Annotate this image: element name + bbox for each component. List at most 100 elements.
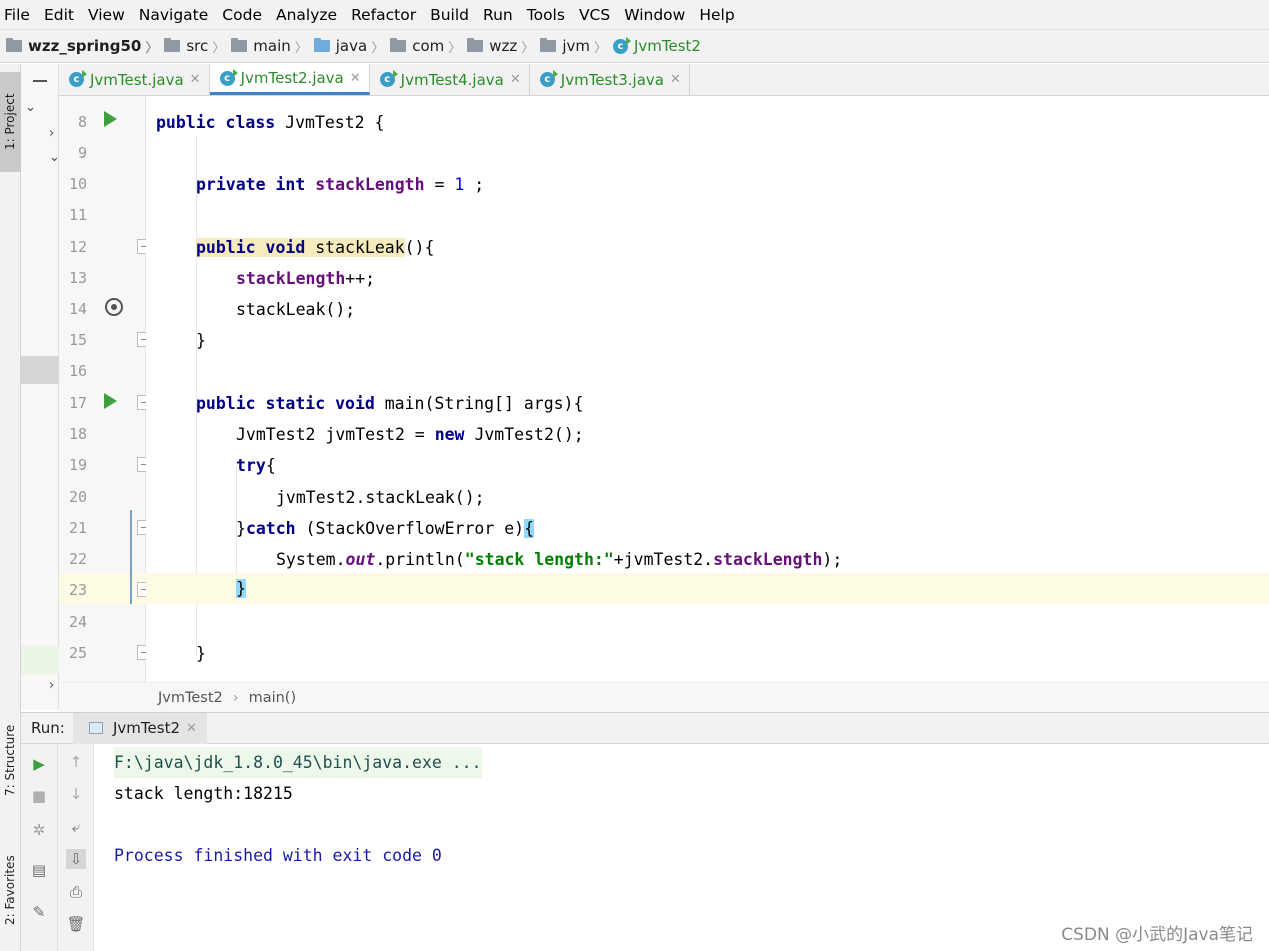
trash-icon[interactable]: 🗑 <box>66 914 86 934</box>
code-editor[interactable]: public class JvmTest2 { private int stac… <box>146 96 1269 682</box>
close-icon[interactable]: ✕ <box>510 72 521 87</box>
selected-tree-row[interactable] <box>21 356 59 384</box>
code-line-25: } <box>196 644 206 663</box>
pin-icon[interactable]: ✎ <box>29 902 49 922</box>
left-tool-strip: 1: Project 7: Structure 2: Favorites <box>0 64 21 951</box>
menu-vcs[interactable]: VCS <box>579 6 618 24</box>
breadcrumb-wzz[interactable]: wzz 〉 <box>467 37 540 56</box>
arrow-down-icon[interactable]: ↓ <box>66 784 86 804</box>
chevron-right-icon: › <box>232 689 239 706</box>
watermark: CSDN @小武的Java笔记 <box>1061 925 1253 945</box>
code-line-22: System.out.println("stack length:"+jvmTe… <box>276 550 843 569</box>
arrow-up-icon[interactable]: ↑ <box>66 752 86 772</box>
menu-navigate[interactable]: Navigate <box>139 6 217 24</box>
scroll-to-end-icon[interactable]: ⇩ <box>66 849 86 869</box>
close-icon[interactable]: ✕ <box>190 72 201 87</box>
breadcrumb-com[interactable]: com 〉 <box>390 37 467 56</box>
code-line-21: }catch (StackOverflowError e){ <box>236 519 535 538</box>
chevron-right-icon: 〉 <box>593 40 607 56</box>
menu-build[interactable]: Build <box>430 6 477 24</box>
package-icon <box>467 38 484 52</box>
console-exit-line: Process finished with exit code 0 <box>114 846 442 865</box>
recursive-call-icon <box>105 298 123 316</box>
java-class-icon: c <box>612 36 631 54</box>
vcs-change-marker <box>130 510 132 604</box>
rerun-icon[interactable]: ▶ <box>29 754 49 774</box>
line-number: 15 <box>68 331 87 349</box>
breadcrumb-jvm[interactable]: jvm 〉 <box>540 37 613 56</box>
package-icon <box>390 38 407 52</box>
line-number: 8 <box>77 113 87 131</box>
breadcrumb-java[interactable]: java 〉 <box>313 37 390 56</box>
code-line-23: } <box>146 573 1269 604</box>
chevron-right-icon[interactable]: › <box>49 126 54 141</box>
breadcrumb-main[interactable]: main 〉 <box>231 37 314 56</box>
code-breadcrumb-method[interactable]: main() <box>249 690 297 706</box>
run-panel-header: Run: JvmTest2 ✕ <box>21 712 1269 744</box>
tree-row[interactable] <box>21 646 59 674</box>
run-label: Run: <box>31 719 65 737</box>
run-tab-jvmtest2[interactable]: JvmTest2 ✕ <box>73 712 207 744</box>
code-breadcrumb-class[interactable]: JvmTest2 <box>158 690 223 706</box>
menu-help[interactable]: Help <box>699 6 742 24</box>
menu-bar: File Edit View Navigate Code Analyze Ref… <box>0 0 1269 29</box>
print-icon[interactable]: ⎙ <box>66 882 86 902</box>
code-line-17: public static void main(String[] args){ <box>196 394 584 413</box>
code-line-15: } <box>196 331 206 350</box>
source-folder-icon <box>313 38 330 52</box>
breadcrumb-src[interactable]: src 〉 <box>164 37 231 56</box>
chevron-right-icon[interactable]: › <box>49 678 54 693</box>
console-toolbar: ↑ ↓ ⤶ ⇩ ⎙ 🗑 <box>58 744 94 951</box>
line-number: 12 <box>68 238 87 256</box>
menu-file[interactable]: File <box>4 6 38 24</box>
soft-wrap-icon[interactable]: ⤶ <box>66 817 86 837</box>
project-folder-icon <box>6 38 22 52</box>
menu-code[interactable]: Code <box>222 6 270 24</box>
run-icon[interactable] <box>104 111 117 127</box>
line-number: 16 <box>68 362 87 380</box>
menu-tools[interactable]: Tools <box>527 6 573 24</box>
menu-run[interactable]: Run <box>483 6 521 24</box>
line-number: 11 <box>68 206 87 224</box>
line-number: 17 <box>68 394 87 412</box>
package-icon <box>540 38 557 52</box>
structure-tool-tab[interactable]: 7: Structure <box>0 712 21 808</box>
project-tool-tab[interactable]: 1: Project <box>0 72 21 172</box>
chevron-right-icon: 〉 <box>294 40 308 56</box>
tab-jvmtest4[interactable]: c JvmTest4.java ✕ <box>370 64 530 95</box>
tab-jvmtest3[interactable]: c JvmTest3.java ✕ <box>530 64 690 95</box>
console-icon <box>89 722 103 734</box>
editor-gutter: 8 9 10 11 12 13 14 15 16 17 18 19 20 21 … <box>59 96 152 682</box>
chevron-right-icon: 〉 <box>145 40 159 56</box>
line-number: 13 <box>68 269 87 287</box>
close-icon[interactable]: ✕ <box>670 72 681 87</box>
favorites-tool-tab[interactable]: 2: Favorites <box>0 840 21 940</box>
breadcrumb-file[interactable]: c JvmTest2 <box>612 36 701 55</box>
run-toolbar: ▶ ■ ✲ ▤ ✎ <box>21 744 58 951</box>
menu-view[interactable]: View <box>88 6 133 24</box>
layout-icon[interactable]: ▤ <box>29 860 49 880</box>
close-icon[interactable]: ✕ <box>186 721 197 736</box>
tab-jvmtest2[interactable]: c JvmTest2.java ✕ <box>209 64 370 95</box>
chevron-right-icon: 〉 <box>521 40 535 56</box>
line-number: 9 <box>77 144 87 162</box>
run-icon[interactable] <box>104 393 117 409</box>
chevron-right-icon: 〉 <box>212 40 226 56</box>
menu-refactor[interactable]: Refactor <box>351 6 424 24</box>
line-number: 25 <box>68 644 87 662</box>
debug-icon[interactable]: ✲ <box>29 820 49 840</box>
stop-icon[interactable]: ■ <box>29 786 49 806</box>
code-line-18: JvmTest2 jvmTest2 = new JvmTest2(); <box>236 425 584 444</box>
java-class-icon: c <box>379 70 398 87</box>
menu-edit[interactable]: Edit <box>44 6 82 24</box>
minimize-icon[interactable] <box>33 80 47 82</box>
code-line-13: stackLength++; <box>236 269 376 288</box>
tab-jvmtest[interactable]: c JvmTest.java ✕ <box>59 64 210 95</box>
breadcrumb-project[interactable]: wzz_spring50 〉 <box>6 37 164 56</box>
menu-analyze[interactable]: Analyze <box>276 6 345 24</box>
chevron-down-icon[interactable]: ⌄ <box>25 100 36 115</box>
folder-icon <box>231 38 248 52</box>
menu-window[interactable]: Window <box>624 6 693 24</box>
close-icon[interactable]: ✕ <box>350 71 361 86</box>
code-line-20: jvmTest2.stackLeak(); <box>276 488 485 507</box>
